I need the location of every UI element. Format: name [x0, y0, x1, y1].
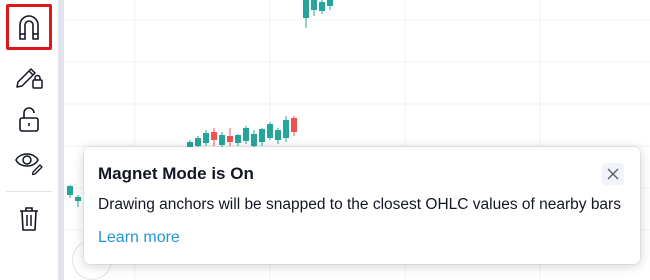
candle-body [203, 133, 209, 143]
lock-drawing-icon [16, 68, 43, 89]
candle-body [303, 0, 309, 18]
candle-body [251, 134, 257, 146]
candle-body [267, 124, 273, 138]
popup-description: Drawing anchors will be snapped to the c… [98, 196, 621, 213]
magnet-icon [19, 15, 39, 40]
candle-body [243, 128, 249, 141]
toolbar-divider [6, 191, 52, 192]
candle-body [67, 186, 73, 195]
trash-icon [20, 207, 38, 231]
candle-body [75, 197, 81, 201]
candle-body [219, 135, 225, 145]
remove-drawings-button[interactable] [6, 196, 52, 242]
candle-body [327, 0, 333, 6]
candle-body [195, 138, 201, 146]
candle-body [283, 120, 289, 138]
candle-body [259, 129, 265, 142]
learn-more-link[interactable]: Learn more [98, 227, 180, 249]
popup-title: Magnet Mode is On [98, 164, 254, 183]
candle-body [319, 2, 325, 11]
candle-body [275, 130, 281, 140]
eye-icon [15, 153, 43, 176]
lock-all-drawings-button[interactable] [6, 52, 52, 98]
close-icon [607, 168, 619, 180]
hide-drawings-button[interactable] [6, 138, 52, 184]
drawing-toolbar [0, 0, 58, 280]
candle-body [235, 135, 241, 143]
unlock-button[interactable] [6, 96, 52, 142]
candle-body [311, 0, 317, 10]
magnet-mode-button[interactable] [6, 4, 52, 50]
unlock-icon [19, 107, 39, 132]
magnet-mode-popup: Magnet Mode is On Drawing anchors will b… [84, 147, 640, 264]
popup-close-button[interactable] [602, 163, 624, 185]
candle-body [227, 136, 233, 142]
candle-body [291, 118, 297, 132]
candle-body [211, 132, 217, 140]
